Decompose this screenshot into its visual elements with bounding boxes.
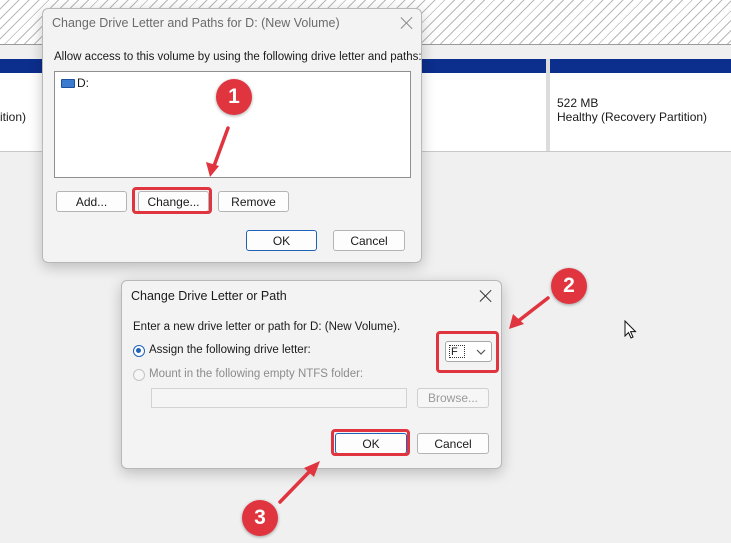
browse-button-label: Browse... bbox=[427, 391, 478, 405]
ok-button[interactable]: OK bbox=[335, 433, 407, 454]
change-drive-letter-dialog: Change Drive Letter or Path Enter a new … bbox=[121, 280, 502, 469]
cancel-button[interactable]: Cancel bbox=[333, 230, 405, 251]
ok-button-label: OK bbox=[362, 436, 380, 451]
ok-button-label: OK bbox=[272, 233, 291, 248]
mouse-cursor-icon bbox=[624, 320, 637, 339]
step-badge-1: 1 bbox=[216, 79, 252, 115]
cancel-button-label: Cancel bbox=[350, 233, 388, 248]
change-drive-letter-paths-dialog: Change Drive Letter and Paths for D: (Ne… bbox=[42, 8, 422, 263]
drive-letter-value: F bbox=[449, 345, 465, 358]
partition-right-size: 522 MB bbox=[557, 96, 599, 110]
assign-letter-radio[interactable] bbox=[133, 345, 145, 357]
dialog-instruction: Allow access to this volume by using the… bbox=[54, 51, 422, 63]
close-icon[interactable] bbox=[478, 288, 494, 304]
change-button-label: Change... bbox=[147, 194, 200, 209]
arrow-step-3 bbox=[278, 468, 313, 504]
list-item[interactable]: D: bbox=[61, 76, 121, 90]
dialog-title: Change Drive Letter and Paths for D: (Ne… bbox=[52, 16, 340, 30]
list-item-label: D: bbox=[77, 76, 89, 90]
dialog-instruction: Enter a new drive letter or path for D: … bbox=[133, 321, 401, 333]
step-badge-3: 3 bbox=[242, 500, 278, 536]
add-button-label: Add... bbox=[75, 194, 108, 209]
remove-button-label: Remove bbox=[231, 194, 276, 209]
add-button[interactable]: Add... bbox=[56, 191, 127, 212]
ok-button[interactable]: OK bbox=[246, 230, 317, 251]
browse-button[interactable]: Browse... bbox=[417, 388, 489, 408]
step-badge-2: 2 bbox=[551, 268, 587, 304]
partition-left-label: ition) bbox=[0, 110, 27, 124]
assign-letter-label[interactable]: Assign the following drive letter: bbox=[149, 344, 311, 356]
arrowhead-step-2 bbox=[509, 314, 524, 329]
partition-bar-right bbox=[550, 59, 731, 73]
close-icon[interactable] bbox=[399, 15, 415, 31]
chevron-down-icon bbox=[476, 349, 486, 355]
partition-right-status: Healthy (Recovery Partition) bbox=[557, 110, 708, 124]
cancel-button[interactable]: Cancel bbox=[417, 433, 489, 454]
mount-folder-path-input[interactable] bbox=[151, 388, 407, 408]
drive-letter-dropdown[interactable]: F bbox=[445, 341, 492, 362]
mount-folder-radio[interactable] bbox=[133, 369, 145, 381]
drive-icon bbox=[61, 79, 75, 88]
change-button[interactable]: Change... bbox=[138, 191, 209, 212]
remove-button[interactable]: Remove bbox=[218, 191, 289, 212]
arrow-step-2 bbox=[515, 296, 550, 324]
dialog-title: Change Drive Letter or Path bbox=[131, 289, 287, 303]
cancel-button-label: Cancel bbox=[434, 436, 472, 451]
mount-folder-label: Mount in the following empty NTFS folder… bbox=[149, 368, 364, 380]
